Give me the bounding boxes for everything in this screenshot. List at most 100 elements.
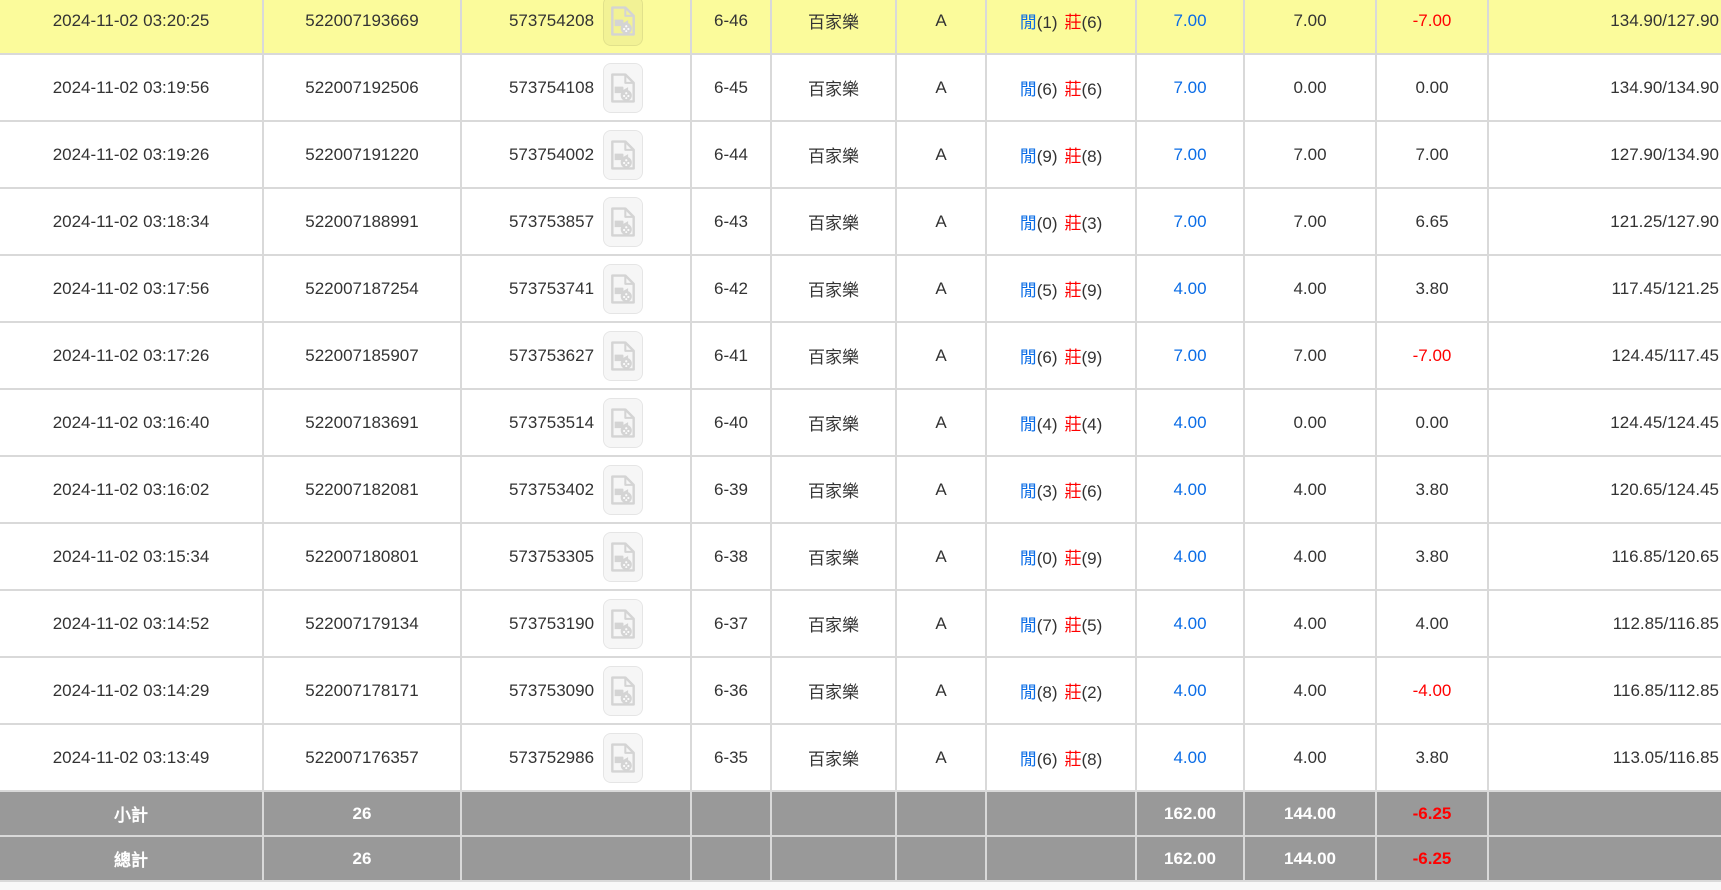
- bet-time: 2024-11-02 03:18:34: [52, 211, 210, 231]
- win-loss-amount: 0.00: [1415, 412, 1449, 432]
- bet-time: 2024-11-02 03:16:40: [52, 412, 210, 432]
- player-label: 閒: [1019, 683, 1037, 702]
- bet-id: 522007180801: [305, 546, 419, 566]
- bet-amount: 4.00: [1173, 479, 1207, 499]
- summary-winloss-total: -6.25: [1412, 848, 1452, 868]
- win-loss-amount: 7.00: [1415, 144, 1449, 164]
- summary-count: 26: [352, 848, 372, 868]
- table-row: 2024-11-02 03:16:02 522007182081 5737534…: [0, 455, 1721, 524]
- video-replay-button[interactable]: [603, 263, 644, 314]
- video-file-icon: [611, 742, 635, 773]
- table-code: A: [935, 747, 947, 767]
- video-replay-button[interactable]: [603, 129, 644, 180]
- game-round-id: 573753090: [508, 680, 595, 700]
- video-replay-button[interactable]: [603, 531, 644, 582]
- game-type: 百家樂: [808, 147, 859, 166]
- win-loss-amount: -4.00: [1412, 680, 1452, 700]
- player-points: (5): [1036, 281, 1058, 300]
- player-label: 閒: [1019, 750, 1037, 769]
- video-replay-button[interactable]: [603, 464, 644, 515]
- banker-label: 莊: [1064, 549, 1082, 568]
- bet-amount: 7.00: [1173, 211, 1207, 231]
- table-row: 2024-11-02 03:17:56 522007187254 5737537…: [0, 254, 1721, 323]
- bet-id: 522007179134: [305, 613, 419, 633]
- bet-time: 2024-11-02 03:19:26: [52, 144, 210, 164]
- table-row: 2024-11-02 03:17:26 522007185907 5737536…: [0, 321, 1721, 390]
- video-replay-button[interactable]: [603, 330, 644, 381]
- video-file-icon: [611, 273, 635, 304]
- valid-amount: 7.00: [1293, 10, 1327, 30]
- balance-after: 127.90/134.90: [1610, 144, 1719, 164]
- valid-amount: 0.00: [1293, 412, 1327, 432]
- game-round-id: 573754108: [508, 77, 595, 97]
- shoe-round: 6-44: [713, 144, 749, 164]
- summary-row: 小計 26 162.00 144.00 -6.25: [0, 790, 1721, 837]
- banker-points: (9): [1081, 549, 1103, 568]
- table-code: A: [935, 278, 947, 298]
- banker-label: 莊: [1064, 415, 1082, 434]
- player-label: 閒: [1019, 549, 1037, 568]
- video-replay-button[interactable]: [603, 196, 644, 247]
- video-replay-button[interactable]: [603, 598, 644, 649]
- banker-points: (6): [1081, 13, 1103, 32]
- valid-amount: 4.00: [1293, 613, 1327, 633]
- shoe-round: 6-41: [713, 345, 749, 365]
- game-result: 閒(0) 莊(3): [985, 187, 1137, 256]
- game-type: 百家樂: [808, 13, 859, 32]
- player-label: 閒: [1019, 281, 1037, 300]
- game-type: 百家樂: [808, 683, 859, 702]
- game-round-id: 573753741: [508, 278, 595, 298]
- bet-amount: 4.00: [1173, 613, 1207, 633]
- balance-after: 134.90/134.90: [1610, 77, 1719, 97]
- video-file-icon: [611, 608, 635, 639]
- table-row: 2024-11-02 03:20:25 522007193669 5737542…: [0, 0, 1721, 55]
- video-file-icon: [611, 340, 635, 371]
- summary-bet-total: 162.00: [1164, 803, 1216, 823]
- banker-points: (9): [1081, 281, 1103, 300]
- bet-amount: 4.00: [1173, 546, 1207, 566]
- game-round-id: 573753190: [508, 613, 595, 633]
- bet-amount: 7.00: [1173, 77, 1207, 97]
- summary-row: 總計 26 162.00 144.00 -6.25: [0, 835, 1721, 882]
- win-loss-amount: 0.00: [1415, 77, 1449, 97]
- player-label: 閒: [1019, 214, 1037, 233]
- table-code: A: [935, 613, 947, 633]
- player-points: (6): [1036, 750, 1058, 769]
- bet-amount: 7.00: [1173, 10, 1207, 30]
- bet-id: 522007192506: [305, 77, 419, 97]
- balance-after: 117.45/121.25: [1611, 278, 1719, 298]
- game-type: 百家樂: [808, 281, 859, 300]
- bet-time: 2024-11-02 03:13:49: [52, 747, 210, 767]
- balance-after: 124.45/117.45: [1611, 345, 1719, 365]
- table-row: 2024-11-02 03:18:34 522007188991 5737538…: [0, 187, 1721, 256]
- bet-id: 522007193669: [305, 10, 419, 30]
- summary-bet-total: 162.00: [1164, 848, 1216, 868]
- bet-time: 2024-11-02 03:14:29: [52, 680, 210, 700]
- bet-id: 522007185907: [305, 345, 419, 365]
- video-replay-button[interactable]: [603, 62, 644, 113]
- balance-after: 116.85/120.65: [1611, 546, 1719, 566]
- win-loss-amount: -7.00: [1412, 10, 1452, 30]
- player-points: (3): [1036, 482, 1058, 501]
- balance-after: 121.25/127.90: [1610, 211, 1719, 231]
- table-code: A: [935, 211, 947, 231]
- banker-label: 莊: [1064, 80, 1082, 99]
- video-replay-button[interactable]: [603, 397, 644, 448]
- table-row: 2024-11-02 03:14:29 522007178171 5737530…: [0, 656, 1721, 725]
- bet-amount: 7.00: [1173, 144, 1207, 164]
- player-points: (8): [1036, 683, 1058, 702]
- banker-label: 莊: [1064, 147, 1082, 166]
- table-code: A: [935, 546, 947, 566]
- game-result: 閒(7) 莊(5): [985, 589, 1137, 658]
- video-replay-button[interactable]: [603, 665, 644, 716]
- table-row: 2024-11-02 03:15:34 522007180801 5737533…: [0, 522, 1721, 591]
- video-replay-button[interactable]: [603, 732, 644, 783]
- video-file-icon: [611, 407, 635, 438]
- bet-amount: 4.00: [1173, 680, 1207, 700]
- game-result: 閒(8) 莊(2): [985, 656, 1137, 725]
- video-replay-button[interactable]: [603, 0, 644, 46]
- player-label: 閒: [1019, 80, 1037, 99]
- video-file-icon: [611, 474, 635, 505]
- player-label: 閒: [1019, 348, 1037, 367]
- shoe-round: 6-46: [713, 10, 749, 30]
